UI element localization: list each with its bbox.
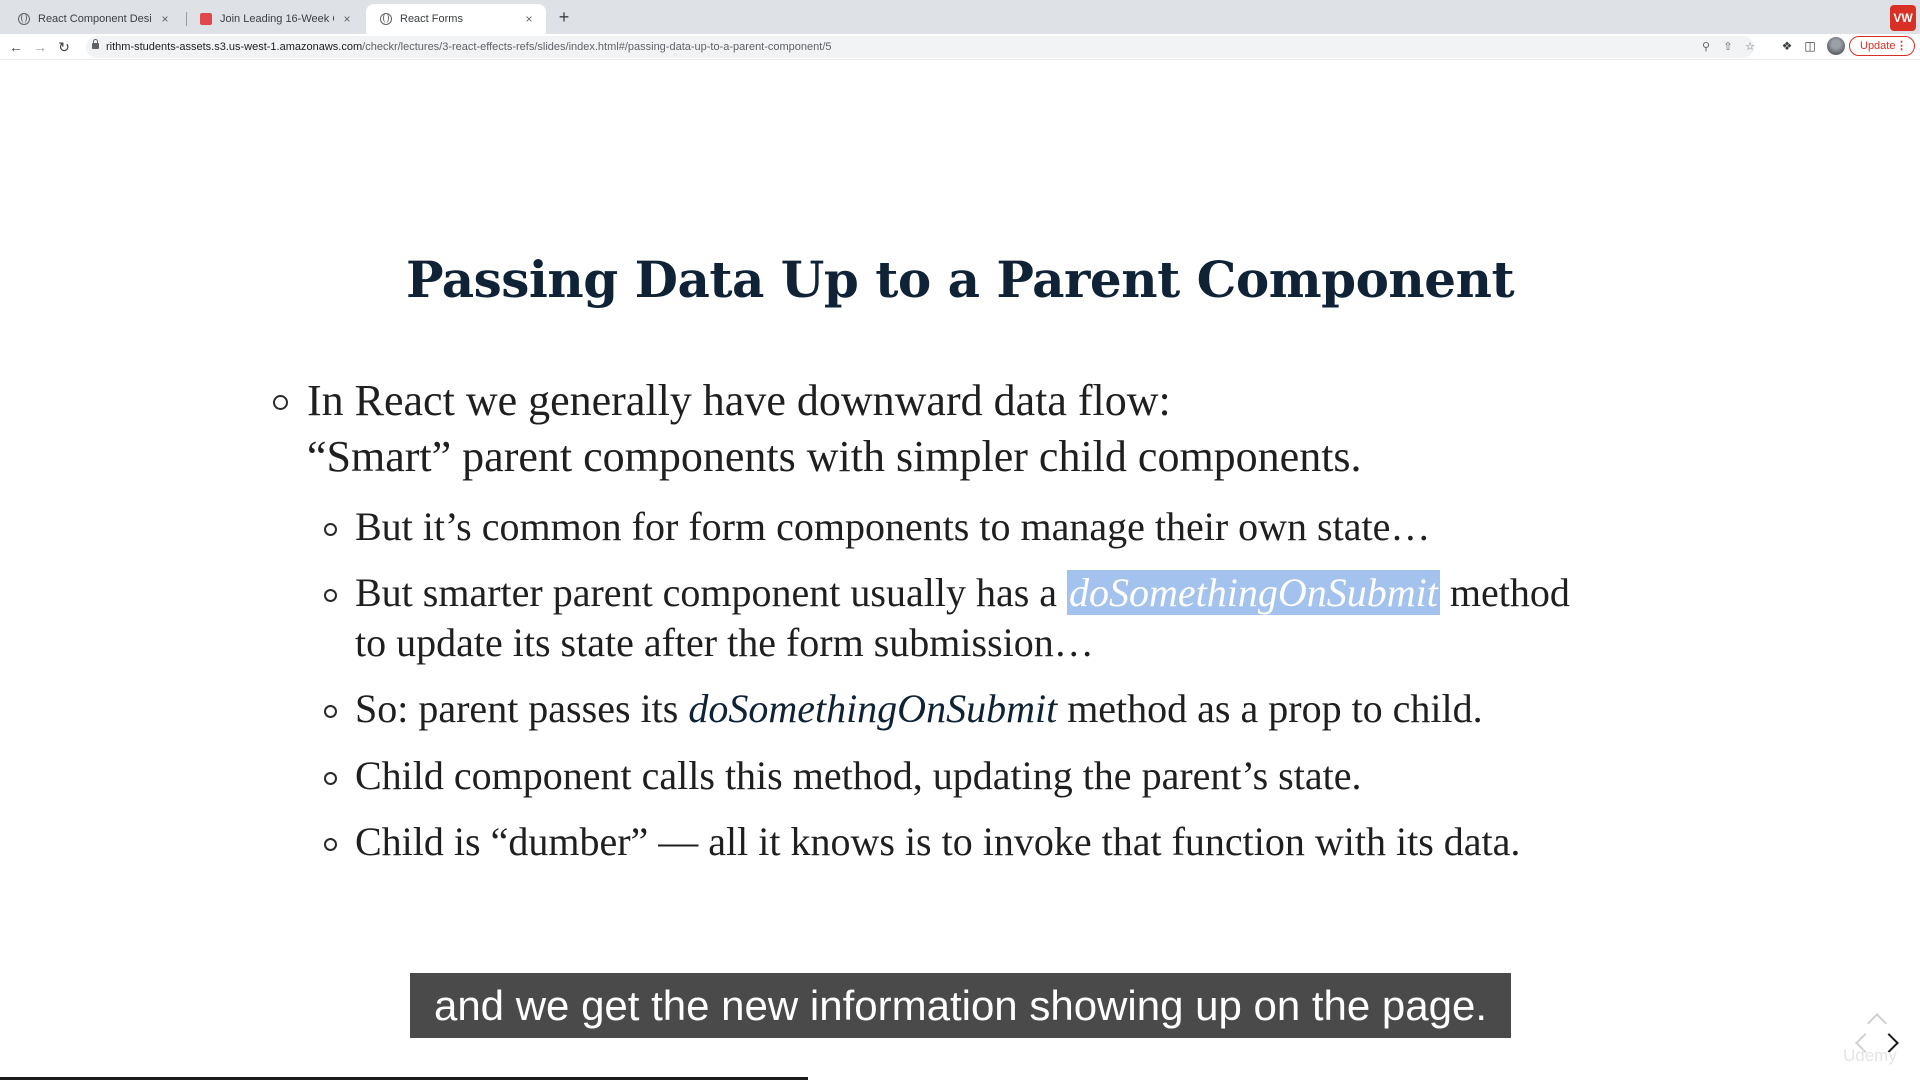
- slide-title: Passing Data Up to a Parent Component: [405, 250, 1515, 309]
- bullet-marker: [273, 395, 288, 410]
- update-label: Update: [1860, 40, 1896, 52]
- menu-dots-icon: ⋮: [1896, 40, 1907, 52]
- close-icon[interactable]: ×: [340, 12, 354, 26]
- tab-react-component-design[interactable]: React Component Design ×: [4, 4, 182, 34]
- tab-join-coding[interactable]: Join Leading 16-Week Coding ×: [186, 4, 364, 34]
- back-icon[interactable]: ←: [6, 37, 26, 57]
- update-button[interactable]: Update ⋮: [1849, 36, 1915, 56]
- bullet-marker: [324, 838, 337, 851]
- bullet-text: Child component calls this method, updat…: [355, 753, 1362, 798]
- tab-title: React Component Design: [38, 13, 152, 25]
- chevron-up-icon[interactable]: [1867, 1013, 1887, 1033]
- bullet-downward-flow: In React we generally have downward data…: [273, 373, 1362, 485]
- text-post: method as a prop to child.: [1067, 686, 1483, 731]
- lock-icon[interactable]: [92, 39, 99, 49]
- browser-toolbar: ← → ↻ rithm-students-assets.s3.us-west-1…: [0, 34, 1920, 60]
- sub-bullet-form-state: But it’s common for form components to m…: [324, 502, 1431, 552]
- bullet-text: So: parent passes its doSomethingOnSubmi…: [355, 684, 1483, 734]
- sub-bullet-smarter-parent: But smarter parent component usually has…: [324, 568, 1570, 668]
- text-pre: But smarter parent component usually has…: [355, 570, 1058, 615]
- reload-icon[interactable]: ↻: [54, 37, 74, 57]
- zoom-icon[interactable]: ⚲: [1698, 39, 1714, 55]
- globe-icon: [18, 13, 30, 25]
- sidepanel-icon[interactable]: ◫: [1801, 37, 1819, 55]
- text-pre: So: parent passes its: [355, 686, 679, 731]
- bullet-marker: [324, 772, 337, 785]
- url-host: rithm-students-assets.s3.us-west-1.amazo…: [106, 41, 363, 53]
- text-post: method: [1449, 570, 1570, 615]
- bullet-marker: [324, 523, 337, 536]
- code-method-name: doSomethingOnSubmit: [688, 686, 1058, 731]
- url-text[interactable]: rithm-students-assets.s3.us-west-1.amazo…: [106, 40, 832, 54]
- tab-react-forms[interactable]: React Forms ×: [366, 4, 546, 34]
- profile-badge[interactable]: VW: [1890, 5, 1916, 31]
- bullet-text: But smarter parent component usually has…: [355, 568, 1570, 618]
- new-tab-button[interactable]: +: [553, 6, 575, 28]
- share-icon[interactable]: ⇧: [1720, 39, 1736, 55]
- bullet-marker: [324, 705, 337, 718]
- close-icon[interactable]: ×: [158, 12, 172, 26]
- code-method-name-highlighted: doSomethingOnSubmit: [1067, 570, 1440, 615]
- url-path: /checkr/lectures/3-react-effects-refs/sl…: [362, 41, 832, 53]
- avatar[interactable]: [1827, 37, 1845, 55]
- tab-title: Join Leading 16-Week Coding: [220, 13, 334, 25]
- sub-bullet-child-calls: Child component calls this method, updat…: [324, 751, 1362, 801]
- close-icon[interactable]: ×: [522, 12, 536, 26]
- udemy-watermark: Udemy: [1843, 1046, 1897, 1065]
- video-caption: and we get the new information showing u…: [410, 973, 1511, 1038]
- bullet-marker: [324, 589, 337, 602]
- extensions-icon[interactable]: ❖: [1778, 37, 1796, 55]
- bullet-text: Child is “dumber” — all it knows is to i…: [355, 819, 1521, 864]
- globe-icon: [380, 13, 392, 25]
- bullet-text: “Smart” parent components with simpler c…: [307, 432, 1362, 481]
- forward-icon[interactable]: →: [30, 37, 50, 57]
- bullet-text: In React we generally have downward data…: [307, 376, 1171, 425]
- slide: Passing Data Up to a Parent Component In…: [0, 60, 1920, 1080]
- tab-strip: React Component Design × Join Leading 16…: [0, 0, 1920, 34]
- bullet-text: to update its state after the form submi…: [355, 620, 1094, 665]
- star-icon[interactable]: ☆: [1742, 39, 1758, 55]
- address-bar[interactable]: rithm-students-assets.s3.us-west-1.amazo…: [86, 36, 1755, 58]
- tab-title: React Forms: [400, 13, 463, 25]
- bullet-text: But it’s common for form components to m…: [355, 504, 1431, 549]
- sub-bullet-pass-prop: So: parent passes its doSomethingOnSubmi…: [324, 684, 1483, 734]
- site-favicon-icon: [200, 13, 212, 25]
- sub-bullet-child-dumber: Child is “dumber” — all it knows is to i…: [324, 817, 1521, 867]
